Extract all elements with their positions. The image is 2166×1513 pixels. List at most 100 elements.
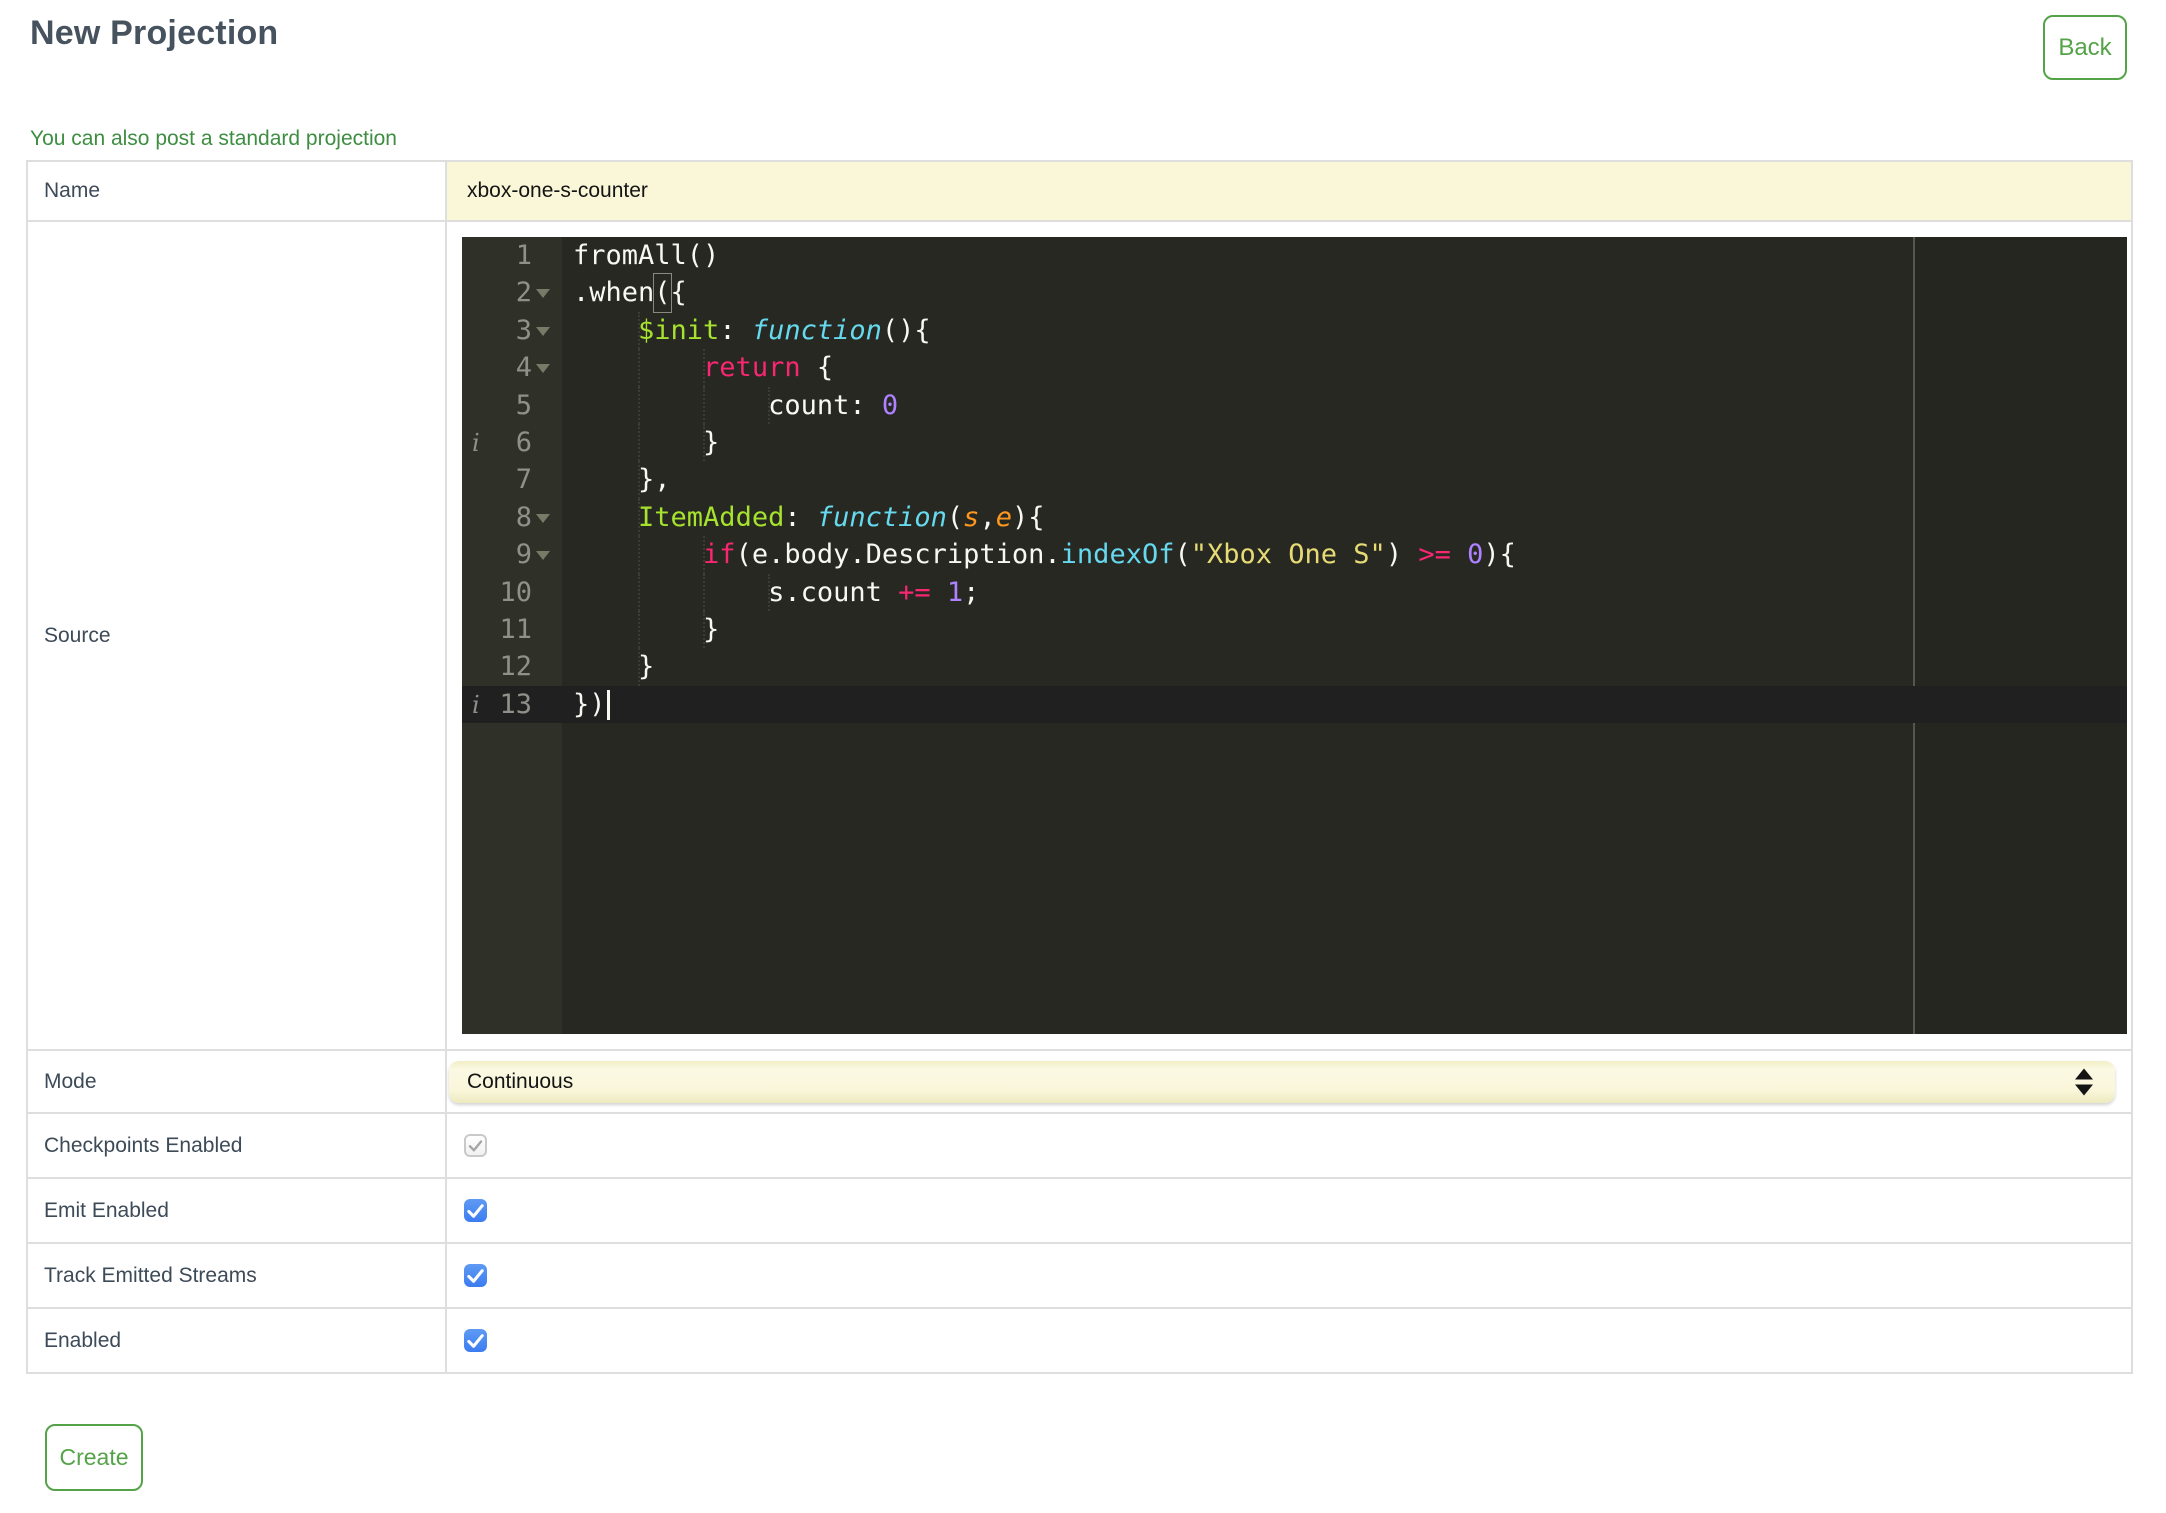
fold-arrow-icon[interactable] — [536, 551, 550, 561]
line-number: 12 — [499, 651, 532, 683]
emit-enabled-checkbox[interactable] — [464, 1199, 487, 1222]
track-emitted-streams-checkbox[interactable] — [464, 1264, 487, 1287]
code-line-13: }) — [562, 685, 2127, 724]
gutter-line-13: i 13 — [462, 685, 562, 724]
indent-guide — [703, 536, 705, 574]
enabled-label: Enabled — [26, 1307, 447, 1374]
line-number: 11 — [499, 613, 532, 645]
fold-arrow-icon[interactable] — [536, 364, 550, 374]
checkpoints-enabled-label: Checkpoints Enabled — [26, 1112, 447, 1179]
line-number: 2 — [515, 277, 532, 309]
source-label: Source — [26, 220, 447, 1051]
line-number: 13 — [499, 688, 532, 720]
indent-guide — [768, 386, 770, 424]
enabled-checkbox[interactable] — [464, 1329, 487, 1352]
gutter-line-6: i6 — [462, 424, 562, 461]
page-title: New Projection — [30, 14, 279, 52]
indent-guide — [703, 386, 705, 424]
info-annotation-icon: i — [472, 428, 480, 457]
indent-guide — [638, 311, 640, 350]
gutter-line-2: 2 — [462, 274, 562, 311]
gutter-line-8: 8 — [462, 499, 562, 536]
emit-enabled-label: Emit Enabled — [26, 1177, 447, 1244]
gutter-line-5: 5 — [462, 387, 562, 424]
code-line-1: fromAll() — [573, 240, 720, 271]
indent-guide — [703, 423, 705, 462]
code-line-6: } — [562, 423, 2127, 462]
indent-guide — [703, 349, 705, 387]
code-line-9: if(e.body.Description.indexOf("Xbox One … — [562, 536, 2127, 574]
indent-guide — [703, 610, 705, 649]
enabled-row: Enabled — [26, 1307, 2133, 1374]
line-number: 6 — [515, 426, 532, 458]
checkpoints-enabled-checkbox — [464, 1134, 487, 1157]
indent-guide — [703, 573, 705, 611]
source-value-cell: 1 2 3 4 5 i 6 7 8 9 10 11 12 i 13 fromAll() .when({ $in… — [445, 220, 2133, 1051]
fold-arrow-icon[interactable] — [536, 326, 550, 336]
line-number: 10 — [499, 576, 532, 608]
new-projection-page: New Projection Back You can also post a … — [0, 0, 2166, 1513]
gutter-line-1: 1 — [462, 237, 562, 274]
code-line-10: s.count += 1; — [562, 573, 2127, 611]
line-number: 4 — [515, 352, 532, 384]
mode-row: Mode Continuous — [26, 1049, 2133, 1114]
line-number: 8 — [515, 501, 532, 533]
source-row: Source 1 2 3 4 5 i 6 7 8 9 10 11 12 i 13 fromAll() .whe… — [26, 220, 2133, 1051]
indent-guide — [768, 573, 770, 611]
gutter-line-4: 4 — [462, 349, 562, 386]
mode-value-cell: Continuous — [445, 1049, 2133, 1114]
indent-guide — [638, 498, 640, 537]
indent-guide — [638, 349, 640, 387]
enabled-cell — [445, 1307, 2133, 1374]
gutter-line-9: 9 — [462, 536, 562, 573]
name-input[interactable] — [447, 162, 2131, 220]
fold-arrow-icon[interactable] — [536, 289, 550, 299]
code-line-8: ItemAdded: function(s,e){ — [562, 498, 2127, 537]
track-emitted-streams-row: Track Emitted Streams — [26, 1242, 2133, 1309]
standard-projection-link[interactable]: You can also post a standard projection — [30, 127, 397, 151]
indent-guide — [638, 423, 640, 462]
checkpoints-enabled-row: Checkpoints Enabled — [26, 1112, 2133, 1179]
line-number: 9 — [515, 539, 532, 571]
code-line-12: } — [562, 648, 2127, 686]
code-line-4: return { — [562, 349, 2127, 387]
track-emitted-streams-cell — [445, 1242, 2133, 1309]
indent-guide — [638, 610, 640, 649]
code-line-7: }, — [562, 461, 2127, 499]
gutter-line-10: 10 — [462, 574, 562, 611]
gutter-line-7: 7 — [462, 461, 562, 498]
mode-label: Mode — [26, 1049, 447, 1114]
info-annotation-icon: i — [472, 690, 480, 719]
emit-enabled-cell — [445, 1177, 2133, 1244]
line-number: 3 — [515, 314, 532, 346]
indent-guide — [638, 648, 640, 686]
gutter-line-3: 3 — [462, 312, 562, 349]
mode-select[interactable]: Continuous — [449, 1060, 2115, 1103]
gutter-line-12: 12 — [462, 648, 562, 685]
name-row: Name — [26, 160, 2133, 222]
checkpoints-enabled-cell — [445, 1112, 2133, 1179]
line-number: 1 — [515, 240, 532, 271]
emit-enabled-row: Emit Enabled — [26, 1177, 2133, 1244]
create-button[interactable]: Create — [45, 1424, 143, 1491]
line-number: 5 — [515, 389, 532, 421]
indent-guide — [638, 461, 640, 499]
projection-form-table: Name Source 12345i6789101112i13 fromAll(… — [26, 160, 2133, 1374]
code-line-5: count: 0 — [562, 386, 2127, 424]
editor-gutter: 1 2 3 4 5 i 6 7 8 9 10 11 12 i 13 — [462, 237, 562, 1034]
indent-guide — [638, 573, 640, 611]
indent-guide — [638, 386, 640, 424]
track-emitted-streams-label: Track Emitted Streams — [26, 1242, 447, 1309]
text-cursor — [606, 690, 610, 721]
code-line-11: } — [562, 610, 2127, 649]
fold-arrow-icon[interactable] — [536, 513, 550, 523]
code-line-3: $init: function(){ — [562, 311, 2127, 350]
name-value-cell — [445, 160, 2133, 222]
code-line-2: .when({ — [562, 273, 2127, 313]
gutter-line-11: 11 — [462, 611, 562, 648]
source-code-editor[interactable]: 1 2 3 4 5 i 6 7 8 9 10 11 12 i 13 fromAll() .when({ $in… — [462, 237, 2127, 1034]
name-label: Name — [26, 160, 447, 222]
back-button[interactable]: Back — [2043, 15, 2127, 80]
line-number: 7 — [515, 464, 532, 496]
indent-guide — [638, 536, 640, 574]
